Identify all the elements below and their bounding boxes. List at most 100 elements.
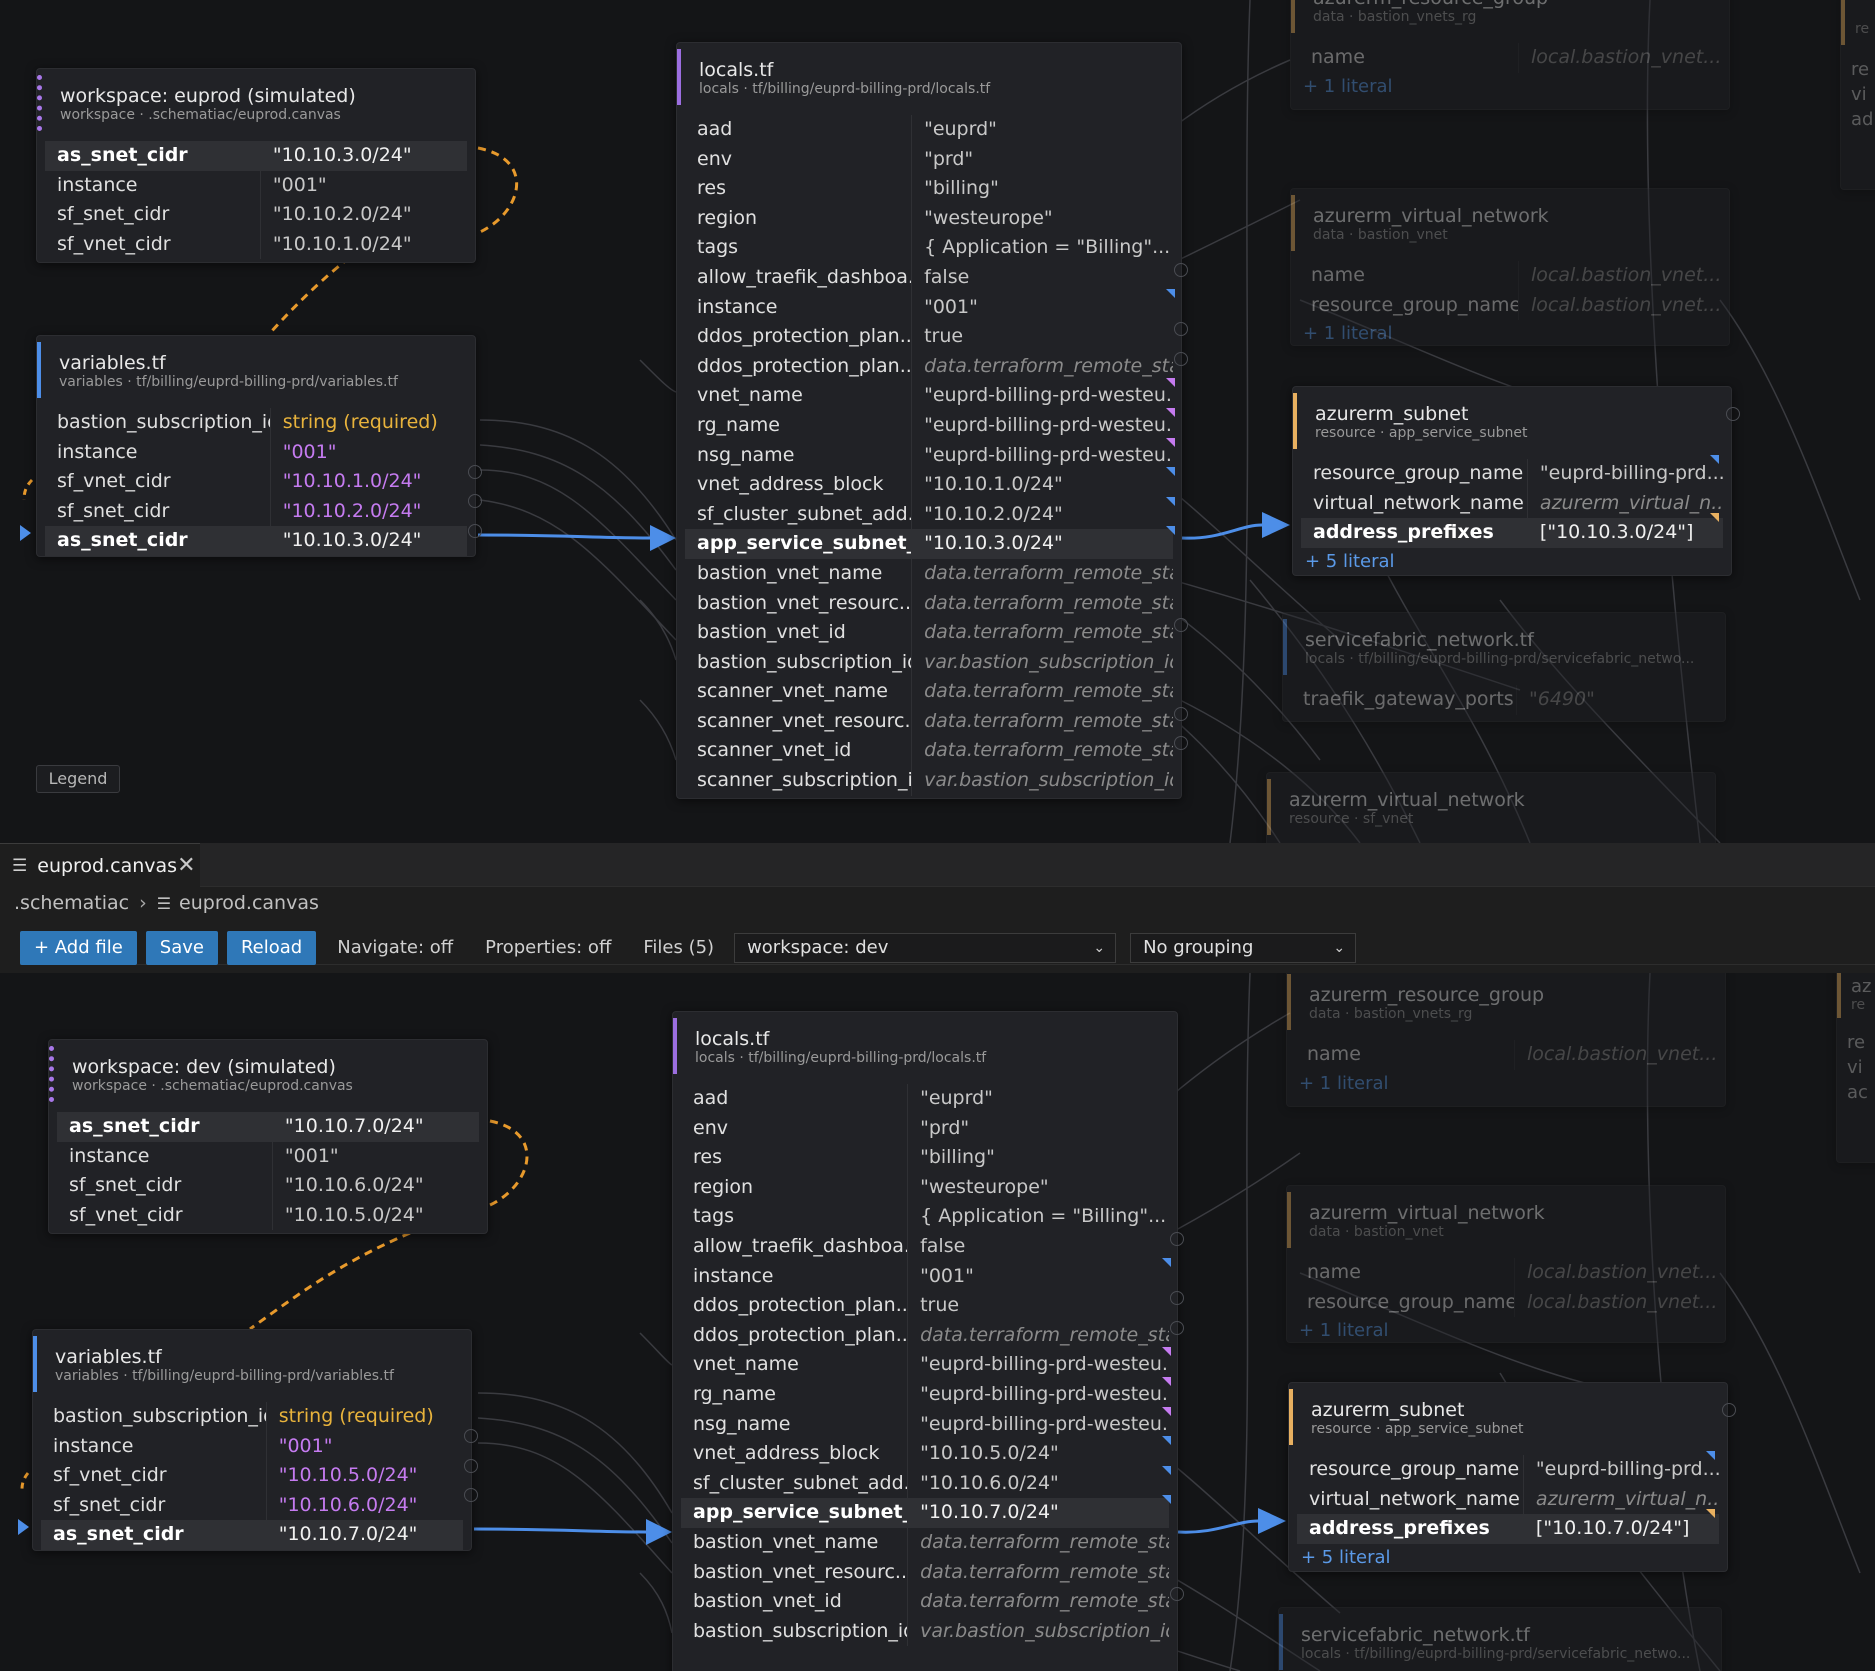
field-row[interactable]: rg_name "euprd-billing-prd-westeu... bbox=[685, 410, 1173, 441]
literal-count[interactable]: + 1 literal bbox=[1291, 320, 1729, 348]
field-row[interactable]: instance "001" bbox=[57, 1141, 479, 1172]
node-header[interactable]: servicefabric_network.tf locals · tf/bil… bbox=[1279, 1614, 1721, 1670]
node-header[interactable]: azurerm_virtual_network resource · sf_vn… bbox=[1267, 779, 1715, 835]
close-icon[interactable]: ✕ bbox=[177, 853, 195, 878]
field-row[interactable]: ddos_protection_plan... data.terraform_re… bbox=[681, 1320, 1169, 1351]
field-row[interactable]: resource_group_name "euprd-billing-prd... bbox=[1297, 1455, 1719, 1485]
sf-vnet-node[interactable]: azurerm_virtual_network resource · sf_vn… bbox=[1266, 772, 1716, 843]
field-row[interactable]: instance "001" bbox=[41, 1431, 463, 1462]
field-row[interactable]: as_snet_cidr "10.10.3.0/24" bbox=[45, 526, 467, 556]
field-row[interactable]: name local.bastion_vnet... bbox=[1295, 1258, 1717, 1288]
field-row[interactable]: bastion_vnet_resourc... data.terraform_re… bbox=[685, 588, 1173, 619]
locals-node[interactable]: locals.tf locals · tf/billing/euprd-bill… bbox=[676, 42, 1188, 799]
breadcrumb-file[interactable]: euprod.canvas bbox=[179, 892, 319, 914]
field-row[interactable]: resource_group_name "euprd-billing-prd... bbox=[1301, 459, 1723, 489]
locals-node[interactable]: locals.tf locals · tf/billing/euprd-bill… bbox=[672, 1011, 1184, 1671]
field-row[interactable]: name local.bastion_vnet... bbox=[1299, 261, 1721, 291]
grouping-select[interactable]: No grouping ⌄ bbox=[1130, 932, 1357, 963]
field-row[interactable]: bastion_subscription_id string (required) bbox=[45, 408, 467, 438]
output-port[interactable] bbox=[1722, 1403, 1736, 1417]
field-row[interactable]: tags { Application = "Billing"... bbox=[681, 1202, 1169, 1232]
workspace-select[interactable]: workspace: dev ⌄ bbox=[734, 932, 1117, 963]
field-row[interactable]: scanner_vnet_name data.terraform_remote_s… bbox=[685, 677, 1173, 707]
field-row[interactable]: nsg_name "euprd-billing-prd-westeu... bbox=[681, 1409, 1169, 1440]
field-row[interactable]: as_snet_cidr "10.10.7.0/24" bbox=[57, 1112, 479, 1142]
field-row[interactable]: env "prd" bbox=[685, 144, 1173, 175]
field-row[interactable]: vnet_address_block "10.10.5.0/24" bbox=[681, 1439, 1169, 1469]
field-row[interactable]: bastion_subscription_id var.bastion_subsc… bbox=[681, 1616, 1169, 1647]
breadcrumb-root[interactable]: .schematiac bbox=[14, 892, 129, 914]
save-button[interactable]: Save bbox=[145, 930, 218, 965]
field-row[interactable]: resource_group_name local.bastion_vnet... bbox=[1295, 1287, 1717, 1318]
field-row[interactable]: bastion_vnet_id data.terraform_remote_sta… bbox=[681, 1587, 1169, 1617]
field-row[interactable]: bastion_vnet_resourc... data.terraform_re… bbox=[681, 1557, 1169, 1588]
field-row[interactable]: instance "001" bbox=[685, 292, 1173, 323]
node-header[interactable]: azurerm_resource_group data · bastion_vn… bbox=[1287, 974, 1725, 1030]
field-row[interactable]: scanner_vnet_id data.terraform_remote_sta… bbox=[685, 736, 1173, 767]
virtual-network-node[interactable]: azurerm_virtual_network data · bastion_v… bbox=[1286, 1185, 1726, 1343]
output-port[interactable] bbox=[1174, 736, 1188, 750]
node-header[interactable]: locals.tf locals · tf/billing/euprd-bill… bbox=[673, 1018, 1177, 1074]
field-row[interactable]: sf_cluster_subnet_add... "10.10.6.0/24" bbox=[681, 1468, 1169, 1499]
reload-button[interactable]: Reload bbox=[226, 930, 317, 965]
output-port[interactable] bbox=[1174, 707, 1188, 721]
field-row[interactable]: allow_traefik_dashboa... false bbox=[681, 1231, 1169, 1262]
field-row[interactable]: instance "001" bbox=[681, 1261, 1169, 1292]
field-row[interactable]: sf_vnet_cidr "10.10.1.0/24" bbox=[45, 467, 467, 497]
tab-euprod-canvas[interactable]: ☰ euprod.canvas ✕ bbox=[0, 843, 200, 887]
field-row[interactable]: scanner_vnet_resourc... data.terraform_re… bbox=[685, 706, 1173, 737]
field-row[interactable]: sf_snet_cidr "10.10.2.0/24" bbox=[45, 496, 467, 527]
field-row[interactable]: app_service_subnet_... "10.10.3.0/24" bbox=[685, 529, 1173, 559]
node-header[interactable]: locals.tf locals · tf/billing/euprd-bill… bbox=[677, 49, 1181, 105]
workspace-node[interactable]: workspace: euprod (simulated) workspace … bbox=[36, 68, 476, 263]
field-row[interactable]: region "westeurope" bbox=[685, 203, 1173, 234]
subnet-node[interactable]: azurerm_subnet resource · app_service_su… bbox=[1288, 1382, 1736, 1572]
field-row[interactable]: vnet_name "euprd-billing-prd-westeu... bbox=[685, 381, 1173, 411]
offscreen-node[interactable]: re re vi ad bbox=[1840, 0, 1875, 190]
field-row[interactable]: sf_vnet_cidr "10.10.5.0/24" bbox=[41, 1461, 463, 1491]
output-port[interactable] bbox=[1170, 1291, 1184, 1305]
virtual-network-node[interactable]: azurerm_virtual_network data · bastion_v… bbox=[1290, 188, 1730, 346]
field-row[interactable]: vnet_name "euprd-billing-prd-westeu... bbox=[681, 1350, 1169, 1380]
field-row[interactable]: instance "001" bbox=[45, 170, 467, 201]
output-port[interactable] bbox=[468, 494, 482, 508]
field-row[interactable]: resource_group_name local.bastion_vnet... bbox=[1299, 290, 1721, 321]
literal-count[interactable]: + 1 literal bbox=[1291, 73, 1729, 101]
navigate-toggle[interactable]: Navigate: off bbox=[337, 937, 453, 958]
field-row[interactable]: aad "euprd" bbox=[685, 115, 1173, 145]
canvas-dev[interactable]: workspace: dev (simulated) workspace · .… bbox=[0, 973, 1875, 1671]
resource-group-node[interactable]: azurerm_resource_group data · bastion_vn… bbox=[1286, 973, 1726, 1107]
servicefabric-node[interactable]: servicefabric_network.tf locals · tf/bil… bbox=[1282, 612, 1726, 722]
field-row[interactable]: region "westeurope" bbox=[681, 1172, 1169, 1203]
field-row[interactable]: nsg_name "euprd-billing-prd-westeu... bbox=[685, 440, 1173, 471]
field-row[interactable]: vnet_address_block "10.10.1.0/24" bbox=[685, 470, 1173, 500]
field-row[interactable]: address_prefixes ["10.10.7.0/24"] bbox=[1297, 1514, 1719, 1544]
field-row[interactable]: env "prd" bbox=[681, 1113, 1169, 1144]
canvas-euprod[interactable]: workspace: euprod (simulated) workspace … bbox=[0, 0, 1875, 843]
node-header[interactable]: workspace: dev (simulated) workspace · .… bbox=[49, 1046, 487, 1102]
field-row[interactable]: name local.bastion_vnet... bbox=[1299, 43, 1721, 73]
field-row[interactable]: traefik_gateway_ports "6490" bbox=[1291, 685, 1717, 715]
field-row[interactable]: aad "euprd" bbox=[681, 1084, 1169, 1114]
node-header[interactable]: azurerm_resource_group data · bastion_vn… bbox=[1291, 0, 1729, 33]
field-row[interactable]: name local.bastion_vnet... bbox=[1295, 1040, 1717, 1070]
files-button[interactable]: Files (5) bbox=[643, 937, 714, 958]
node-header[interactable]: workspace: euprod (simulated) workspace … bbox=[37, 75, 475, 131]
field-row[interactable]: rg_name "euprd-billing-prd-westeu... bbox=[681, 1379, 1169, 1410]
field-row[interactable]: sf_vnet_cidr "10.10.1.0/24" bbox=[45, 229, 467, 260]
output-port[interactable] bbox=[468, 524, 482, 538]
node-header[interactable]: azurerm_virtual_network data · bastion_v… bbox=[1291, 195, 1729, 251]
field-row[interactable]: scanner_subscription_id var.bastion_subsc… bbox=[685, 766, 1173, 796]
field-row[interactable]: sf_vnet_cidr "10.10.5.0/24" bbox=[57, 1200, 479, 1231]
field-row[interactable]: bastion_vnet_id data.terraform_remote_sta… bbox=[685, 618, 1173, 648]
node-header[interactable]: servicefabric_network.tf locals · tf/bil… bbox=[1283, 619, 1725, 675]
add-file-button[interactable]: + Add file bbox=[20, 930, 137, 965]
field-row[interactable]: address_prefixes ["10.10.3.0/24"] bbox=[1301, 518, 1723, 548]
output-port[interactable] bbox=[468, 465, 482, 479]
node-header[interactable]: azurerm_virtual_network data · bastion_v… bbox=[1287, 1192, 1725, 1248]
field-row[interactable]: tags { Application = "Billing"... bbox=[685, 233, 1173, 263]
field-row[interactable]: app_service_subnet_... "10.10.7.0/24" bbox=[681, 1498, 1169, 1528]
properties-toggle[interactable]: Properties: off bbox=[485, 937, 611, 958]
output-port[interactable] bbox=[464, 1429, 478, 1443]
field-row[interactable]: bastion_vnet_name data.terraform_remote_s… bbox=[681, 1527, 1169, 1558]
